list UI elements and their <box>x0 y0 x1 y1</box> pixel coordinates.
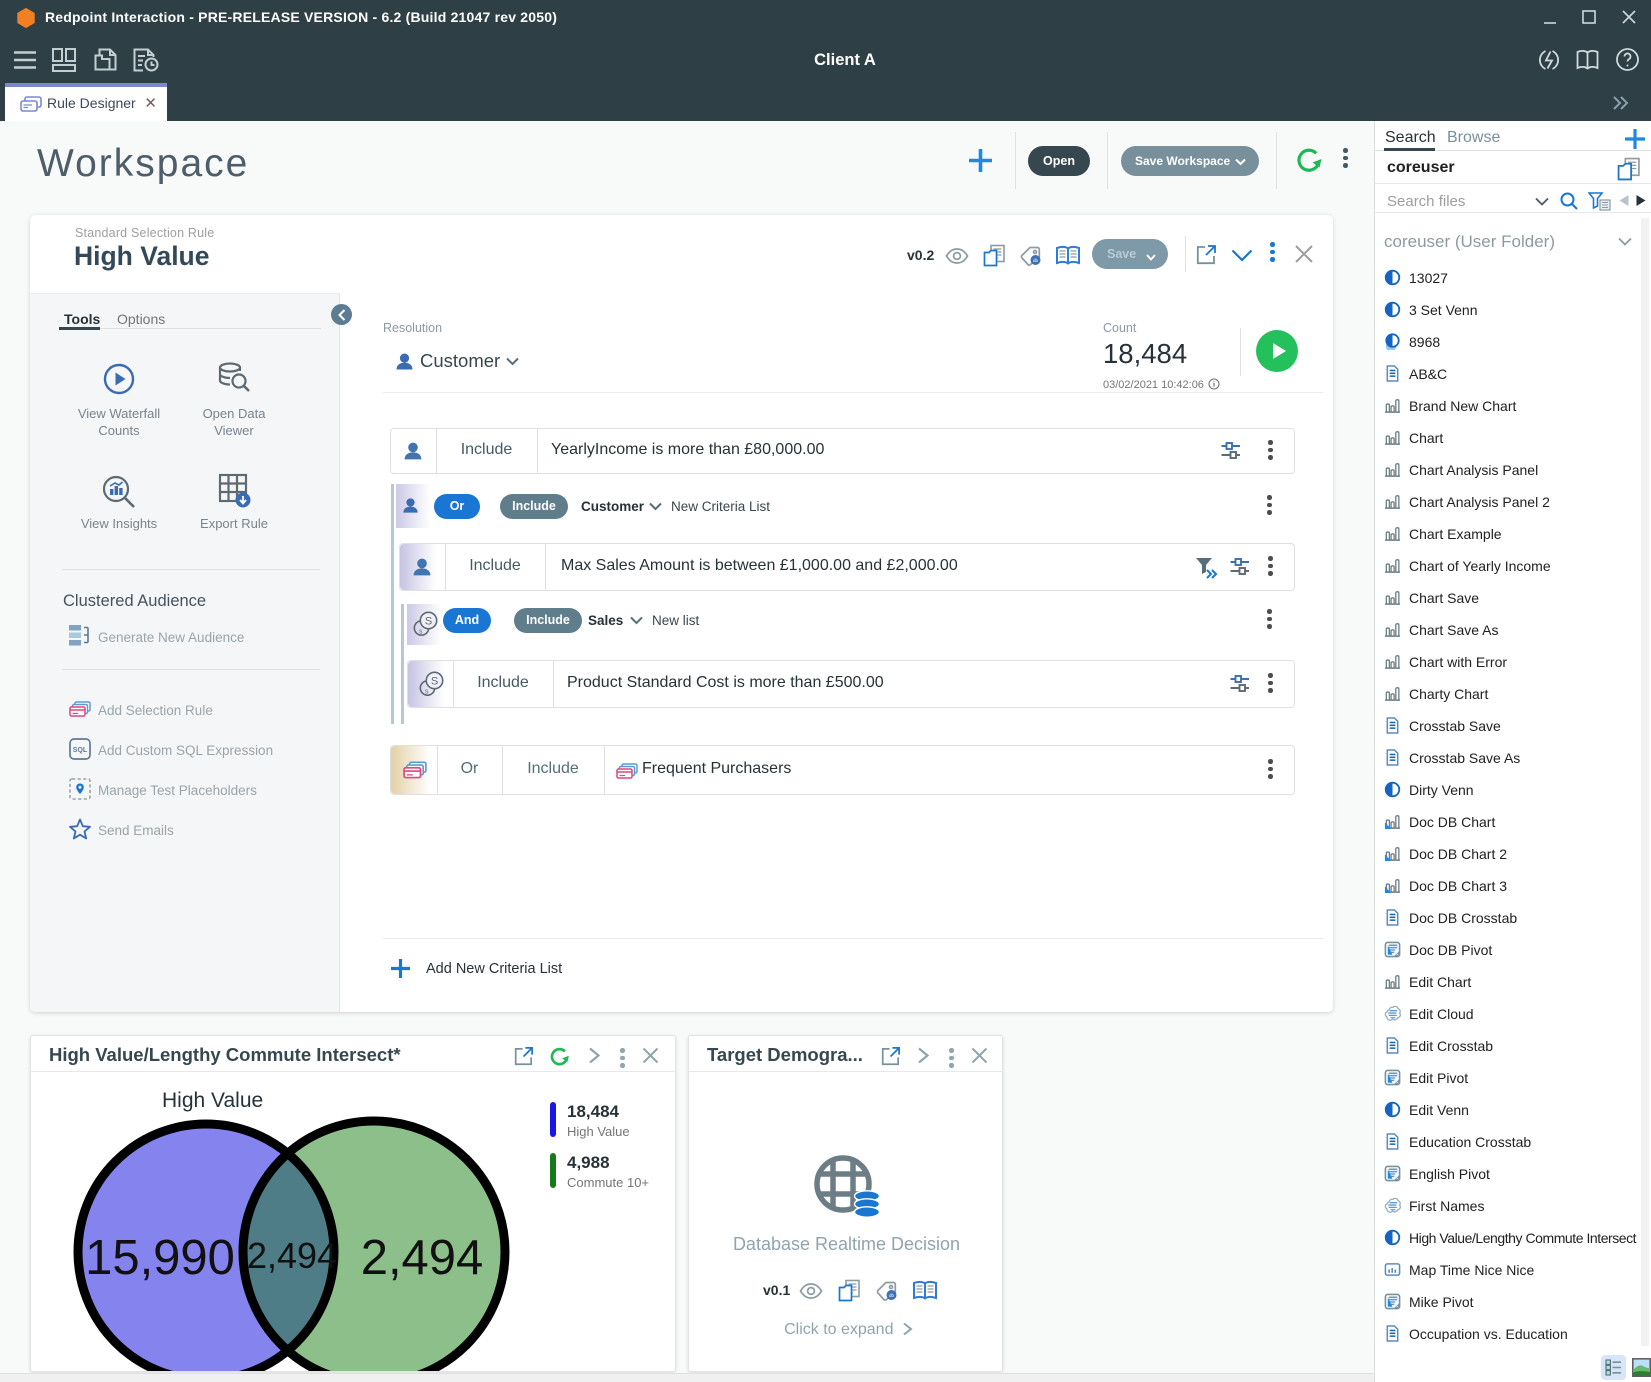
svg-text:s: s <box>419 629 423 636</box>
svg-text:db: db <box>1033 258 1039 263</box>
svg-text:S: S <box>431 676 438 688</box>
svg-text:S: S <box>425 616 432 628</box>
svg-text:s: s <box>425 689 429 696</box>
svg-text:SQL: SQL <box>73 747 88 754</box>
svg-text:2,494: 2,494 <box>247 1235 337 1276</box>
svg-text:2,494: 2,494 <box>361 1231 484 1285</box>
svg-text:15,990: 15,990 <box>85 1231 235 1285</box>
svg-text:db: db <box>889 1293 895 1298</box>
